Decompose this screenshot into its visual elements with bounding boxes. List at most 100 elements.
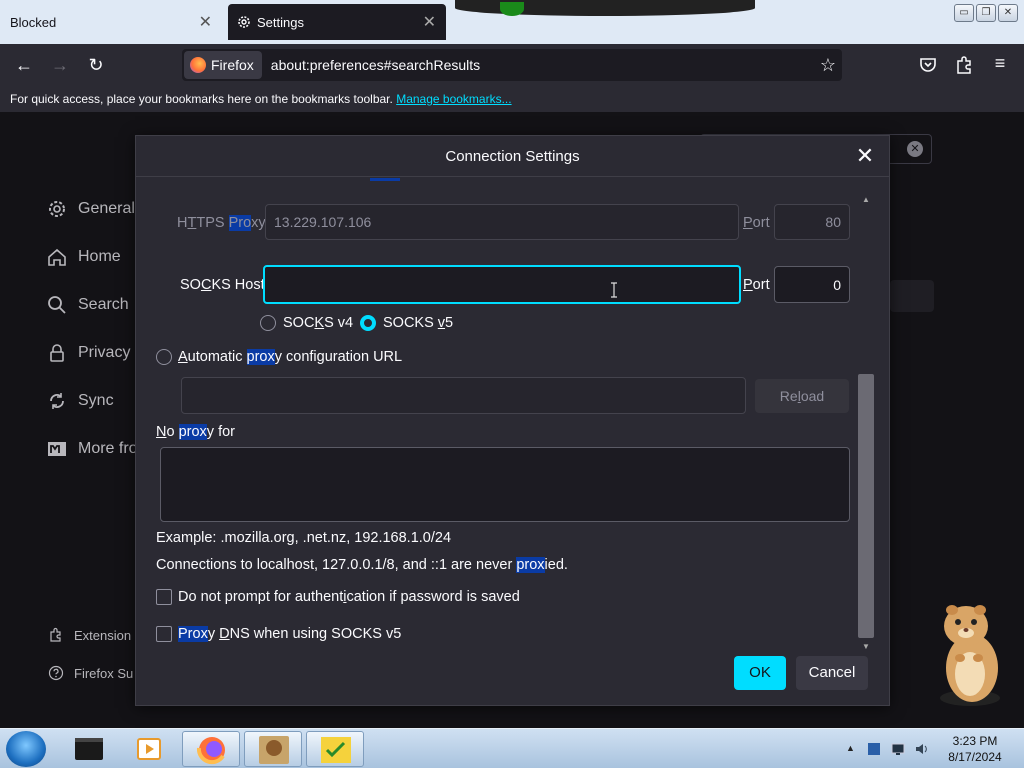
firefox-icon	[196, 737, 225, 765]
sidebar-item-extensions[interactable]: Extension	[48, 627, 131, 643]
no-proxy-textarea[interactable]	[160, 447, 850, 522]
https-port-label: Port	[743, 215, 770, 231]
identity-label: Firefox	[211, 57, 254, 73]
socks-port-input[interactable]: 0	[774, 266, 850, 303]
socks-host-input[interactable]	[263, 265, 741, 304]
auto-proxy-radio[interactable]	[156, 349, 172, 365]
text-cursor-icon	[611, 282, 617, 298]
tab-close-icon[interactable]: ✕	[199, 12, 212, 32]
tab-title: Blocked	[10, 14, 57, 30]
taskbar-firefox-button[interactable]	[182, 731, 240, 767]
gear-icon	[238, 16, 250, 28]
scrollbar-thumb[interactable]	[858, 374, 874, 638]
puzzle-icon	[50, 627, 61, 642]
cancel-button[interactable]: Cancel	[796, 656, 868, 690]
search-icon	[48, 296, 66, 314]
bookmarks-hint: For quick access, place your bookmarks h…	[10, 92, 393, 106]
tab-close-icon[interactable]: ✕	[423, 12, 436, 32]
back-button[interactable]: ←	[12, 53, 36, 77]
sidebar-item-privacy[interactable]: Privacy &	[46, 342, 146, 364]
socks-port-label: Port	[743, 277, 770, 293]
dialog-close-button[interactable]: ✕	[853, 144, 877, 168]
sidebar-item-label: General	[78, 200, 135, 217]
extensions-icon[interactable]	[952, 53, 976, 77]
proxy-dns-checkbox[interactable]	[156, 626, 172, 642]
navigation-toolbar: ← → ↻ Firefox about:preferences#searchRe…	[0, 44, 1024, 86]
sidebar-item-label: Search	[78, 296, 129, 313]
windows-taskbar: ▲ 3:23 PM 8/17/2024	[0, 728, 1024, 768]
defender-icon[interactable]	[866, 741, 882, 757]
taskbar-hamster-app-button[interactable]	[244, 731, 302, 767]
bookmark-star-icon[interactable]: ☆	[820, 55, 836, 76]
media-player-icon	[137, 738, 161, 760]
volume-icon[interactable]	[914, 741, 930, 757]
app-menu-button[interactable]: ≡	[988, 53, 1012, 74]
manage-bookmarks-link[interactable]: Manage bookmarks...	[396, 92, 511, 106]
start-button[interactable]	[6, 731, 46, 767]
forward-button[interactable]: →	[48, 53, 72, 77]
localhost-note: Connections to localhost, 127.0.0.1/8, a…	[156, 557, 568, 573]
socks-host-label: SOCKS Host	[180, 277, 265, 293]
background-panel	[890, 280, 934, 312]
firefox-logo-icon	[190, 57, 206, 73]
tab-title: Settings	[257, 14, 304, 30]
url-bar[interactable]: Firefox about:preferences#searchResults …	[182, 49, 842, 81]
restore-button[interactable]: ❐	[976, 4, 996, 22]
ok-button[interactable]: OK	[734, 656, 786, 690]
sidebar-item-home[interactable]: Home	[46, 246, 121, 268]
lock-icon	[50, 344, 64, 362]
hamster-mascot-icon	[940, 605, 1000, 706]
window-controls: ▭ ❐ ✕	[954, 4, 1018, 22]
pocket-icon[interactable]	[916, 53, 940, 77]
clock-time: 3:23 PM	[952, 734, 998, 748]
sync-icon	[50, 393, 64, 409]
sidebar-item-label: Home	[78, 248, 121, 265]
sidebar-item-label: Sync	[78, 392, 114, 409]
sidebar-item-label: Firefox Su	[74, 665, 134, 681]
taskbar-clock[interactable]: 3:23 PM 8/17/2024	[940, 733, 1010, 765]
sidebar-item-firefox-support[interactable]: Firefox Su	[48, 665, 133, 681]
reload-button[interactable]: Reload	[755, 379, 849, 413]
network-icon[interactable]	[890, 741, 906, 757]
tab-settings[interactable]: Settings ✕	[228, 4, 446, 40]
no-auth-prompt-checkbox[interactable]	[156, 589, 172, 605]
proxy-dns-label[interactable]: Proxy DNS when using SOCKS v5	[178, 626, 401, 642]
taskbar-media-player-button[interactable]	[120, 731, 178, 767]
sidebar-item-label: More fro	[78, 440, 138, 457]
auto-proxy-label[interactable]: Automatic proxy configuration URL	[178, 349, 402, 365]
scroll-up-arrow-icon[interactable]: ▲	[858, 194, 874, 206]
no-auth-prompt-label[interactable]: Do not prompt for authentication if pass…	[178, 589, 520, 605]
mozilla-icon	[48, 442, 66, 456]
show-hidden-icons-icon[interactable]: ▲	[846, 743, 855, 753]
close-window-button[interactable]: ✕	[998, 4, 1018, 22]
socks-v4-radio[interactable]	[260, 315, 276, 331]
sidebar-item-search[interactable]: Search	[46, 294, 129, 316]
reload-button[interactable]: ↻	[84, 53, 108, 77]
clear-search-icon[interactable]: ✕	[907, 141, 923, 157]
https-proxy-label: HTTPS Proxy	[177, 215, 266, 231]
minimize-button[interactable]: ▭	[954, 4, 974, 22]
dialog-body: HTTPS Proxy 13.229.107.106 Port 80 SOCKS…	[136, 178, 876, 652]
sidebar-item-more-from-mozilla[interactable]: More fro	[46, 438, 138, 460]
socks-v4-label[interactable]: SOCKS v4	[283, 315, 353, 331]
scroll-down-arrow-icon[interactable]: ▼	[858, 641, 874, 653]
connection-settings-dialog: Connection Settings ✕ HTTPS Proxy 13.229…	[135, 135, 890, 706]
sidebar-item-general[interactable]: General	[46, 198, 135, 220]
example-text: Example: .mozilla.org, .net.nz, 192.168.…	[156, 530, 452, 546]
identity-box[interactable]: Firefox	[184, 51, 262, 79]
bookmarks-toolbar: For quick access, place your bookmarks h…	[0, 86, 1024, 112]
sidebar-item-sync[interactable]: Sync	[46, 390, 114, 412]
url-text[interactable]: about:preferences#searchResults	[271, 57, 480, 73]
https-port-input[interactable]: 80	[774, 204, 850, 240]
auto-proxy-url-input[interactable]	[181, 377, 746, 414]
decorative-dot	[500, 2, 524, 16]
socks-v5-radio[interactable]	[360, 315, 376, 331]
taskbar-checklist-app-button[interactable]	[306, 731, 364, 767]
tab-blocked[interactable]: Blocked ✕	[0, 4, 222, 40]
taskbar-terminal-button[interactable]	[60, 731, 118, 767]
home-icon	[48, 248, 66, 266]
checklist-app-icon	[321, 737, 351, 763]
socks-v5-label[interactable]: SOCKS v5	[383, 315, 453, 331]
https-proxy-input[interactable]: 13.229.107.106	[265, 204, 739, 240]
help-icon	[48, 665, 64, 681]
